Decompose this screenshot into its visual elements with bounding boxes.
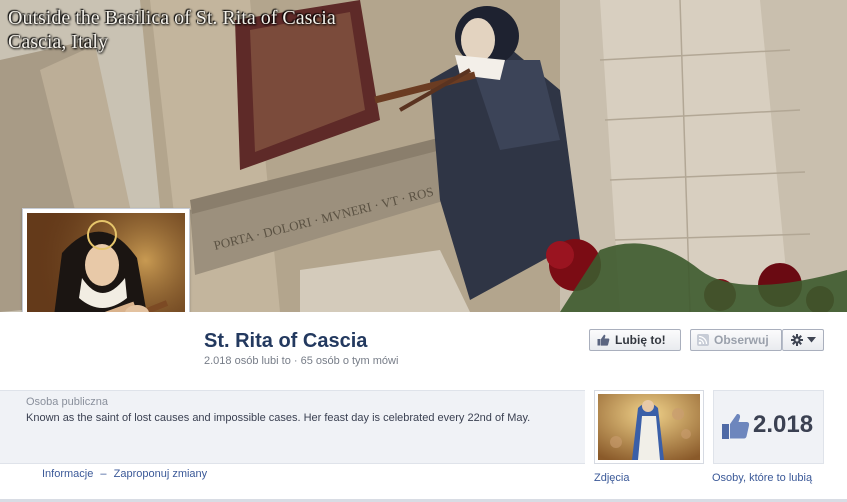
chevron-down-icon (806, 337, 816, 343)
page-title[interactable]: St. Rita of Cascia (204, 330, 367, 353)
rss-icon (697, 334, 709, 346)
follow-button-label: Obserwuj (714, 333, 769, 347)
page-category: Osoba publiczna (26, 396, 108, 408)
likes-count: 2.018 (753, 411, 814, 438)
page-stats: 2.018 osób lubi to · 65 osób o tym mówi (204, 355, 399, 367)
photos-thumbnail-image (598, 394, 700, 460)
cover-caption: Outside the Basilica of St. Rita of Casc… (8, 6, 336, 54)
cover-caption-line1: Outside the Basilica of St. Rita of Casc… (8, 7, 336, 29)
like-button[interactable]: Lubię to! (589, 329, 681, 351)
likes-app-label[interactable]: Osoby, które to lubią (712, 472, 812, 484)
cover-caption-line2: Cascia, Italy (8, 31, 108, 53)
follow-button[interactable]: Obserwuj (690, 329, 782, 351)
info-link[interactable]: Informacje (42, 468, 93, 480)
suggest-edits-link[interactable]: Zaproponuj zmiany (114, 468, 208, 480)
like-button-label: Lubię to! (615, 333, 666, 347)
link-separator: – (100, 468, 107, 480)
about-links: Informacje – Zaproponuj zmiany (42, 468, 207, 480)
settings-dropdown-button[interactable] (782, 329, 824, 351)
thumbs-up-icon (597, 334, 610, 346)
photos-app-thumbnail[interactable] (594, 390, 704, 464)
gear-icon (790, 334, 803, 346)
page-description: Known as the saint of lost causes and im… (26, 412, 531, 424)
photos-app-label[interactable]: Zdjęcia (594, 472, 629, 484)
thumbs-up-icon (722, 413, 750, 444)
